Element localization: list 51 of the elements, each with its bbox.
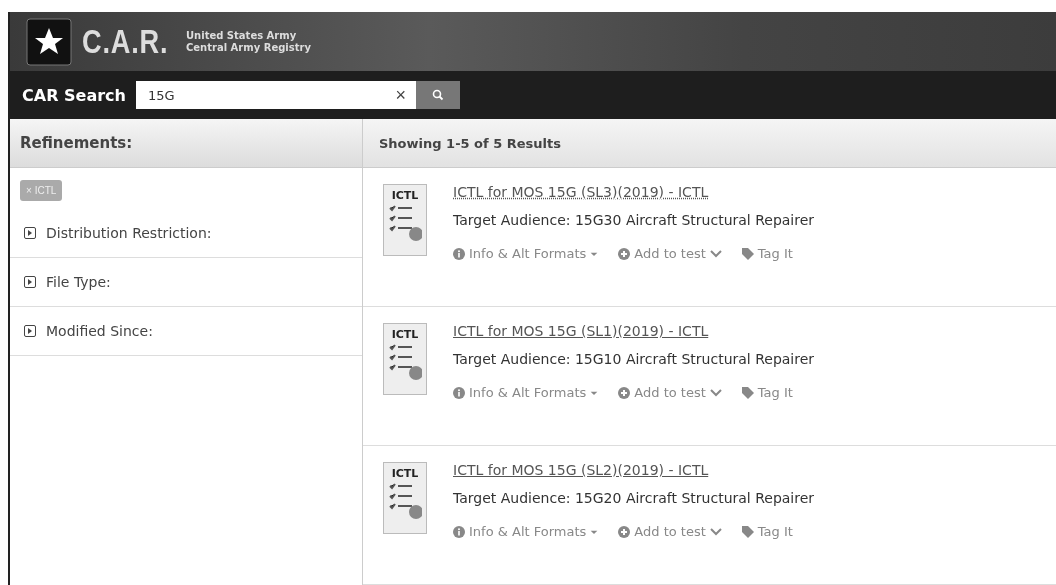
logo-subtitle: United States Army — [186, 29, 298, 42]
result-action[interactable]: Info & Alt Formats — [453, 385, 599, 400]
result-action[interactable]: Add to test — [618, 246, 722, 261]
checklist-document-icon: ICTL — [383, 323, 427, 395]
results-summary: Showing 1-5 of 5 Results — [363, 119, 1056, 168]
refinement-group[interactable]: File Type: — [10, 258, 362, 307]
tag-icon — [741, 525, 754, 538]
result-action[interactable]: Add to test — [618, 524, 722, 539]
search-button[interactable] — [415, 81, 460, 110]
logo-text: C.A.R. — [82, 22, 169, 62]
target-audience: Target Audience: 15G10 Aircraft Structural Repairer — [453, 351, 815, 367]
search-icon — [431, 89, 444, 102]
checklist-document-icon: ICTL — [383, 184, 427, 256]
plus-circle-icon — [618, 525, 631, 538]
result-action[interactable]: Tag It — [741, 524, 793, 539]
tag-icon — [741, 247, 754, 260]
result-action[interactable]: Info & Alt Formats — [453, 524, 599, 539]
info-icon — [453, 525, 465, 538]
result-action[interactable]: Tag It — [741, 246, 793, 261]
tag-icon — [741, 386, 754, 399]
chevron-down-icon — [709, 525, 722, 538]
refinement-label: Modified Since: — [46, 323, 153, 339]
result-action[interactable]: Tag It — [741, 385, 793, 400]
info-icon — [453, 386, 465, 399]
search-label: CAR Search — [22, 85, 126, 105]
refinements-header: Refinements: — [10, 119, 362, 168]
filter-chip[interactable]: × ICTL — [20, 180, 63, 201]
result-action[interactable]: Add to test — [618, 385, 722, 400]
info-icon — [453, 247, 465, 260]
checklist-document-icon: ICTL — [383, 462, 427, 534]
expand-icon — [24, 325, 36, 337]
target-audience: Target Audience: 15G30 Aircraft Structural Repairer — [453, 212, 815, 228]
refinement-label: File Type: — [46, 274, 111, 290]
expand-icon — [24, 276, 36, 288]
search-field[interactable]: 15G × — [135, 81, 416, 110]
chevron-down-icon — [709, 386, 722, 399]
plus-circle-icon — [618, 247, 631, 260]
expand-icon — [24, 227, 36, 239]
result-title-link[interactable]: ICTL for MOS 15G (SL2)(2019) - ICTL — [453, 462, 815, 478]
logo-subtitle: Central Army Registry — [186, 41, 311, 54]
chevron-down-icon — [709, 247, 722, 260]
star-logo-icon — [26, 17, 72, 66]
target-audience: Target Audience: 15G20 Aircraft Structural Repairer — [453, 490, 815, 506]
result-title-link[interactable]: ICTL for MOS 15G (SL3)(2019) - ICTL — [453, 184, 815, 200]
plus-circle-icon — [618, 386, 631, 399]
refinement-group[interactable]: Modified Since: — [10, 307, 362, 356]
clear-button[interactable]: × — [395, 84, 406, 106]
result-title-link[interactable]: ICTL for MOS 15G (SL1)(2019) - ICTL — [453, 323, 815, 339]
refinement-group[interactable]: Distribution Restriction: — [10, 209, 362, 258]
refinement-label: Distribution Restriction: — [46, 225, 212, 241]
result-action[interactable]: Info & Alt Formats — [453, 246, 599, 261]
